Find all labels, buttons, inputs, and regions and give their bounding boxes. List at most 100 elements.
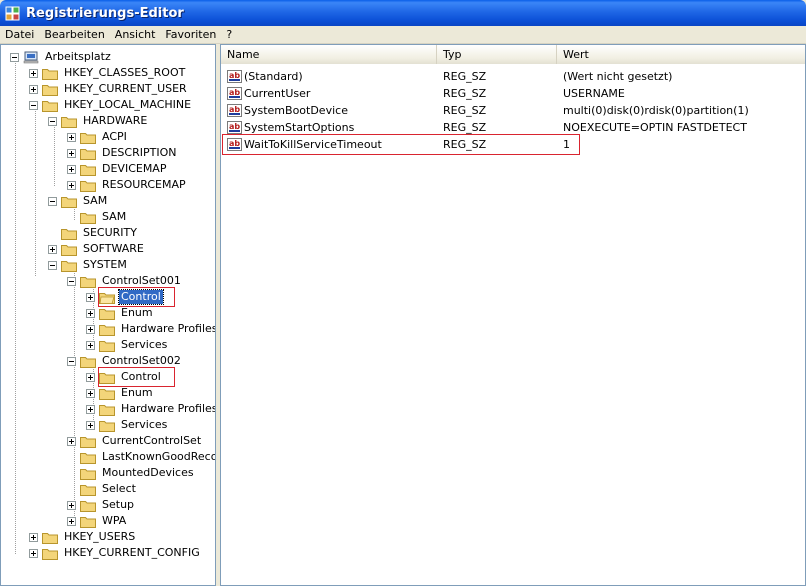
tree-label: DEVICEMAP bbox=[102, 162, 167, 175]
tree-node-setup[interactable]: Setup bbox=[67, 497, 136, 513]
tree-label: SOFTWARE bbox=[83, 242, 144, 255]
tree-label: HKEY_CURRENT_CONFIG bbox=[64, 546, 200, 559]
tree-node-lastknowngood[interactable]: LastKnownGoodRecove bbox=[67, 449, 215, 465]
tree-label: ControlSet002 bbox=[102, 354, 181, 367]
tree-node-hardware[interactable]: HARDWARE bbox=[48, 113, 149, 129]
tree-label: ControlSet001 bbox=[102, 274, 181, 287]
tree-node-sam-sub[interactable]: SAM bbox=[67, 209, 128, 225]
tree-label: LastKnownGoodRecove bbox=[102, 450, 215, 463]
collapse-toggle[interactable] bbox=[67, 356, 76, 366]
collapse-toggle[interactable] bbox=[67, 276, 76, 286]
tree-label: SYSTEM bbox=[83, 258, 127, 271]
expand-toggle[interactable] bbox=[67, 148, 76, 158]
tree-node-devicemap[interactable]: DEVICEMAP bbox=[67, 161, 168, 177]
tree-node-hkcr[interactable]: HKEY_CLASSES_ROOT bbox=[29, 65, 187, 81]
tree-node-system[interactable]: SYSTEM bbox=[48, 257, 129, 273]
expand-toggle[interactable] bbox=[86, 340, 95, 350]
expand-toggle[interactable] bbox=[67, 500, 76, 510]
tree-label: Enum bbox=[121, 306, 153, 319]
tree-node-wpa[interactable]: WPA bbox=[67, 513, 128, 529]
column-header-type[interactable]: Typ bbox=[437, 45, 557, 64]
tree-node-sam[interactable]: SAM bbox=[48, 193, 109, 209]
tree-label: WPA bbox=[102, 514, 127, 527]
collapse-toggle[interactable] bbox=[29, 100, 38, 110]
tree-node-description[interactable]: DESCRIPTION bbox=[67, 145, 178, 161]
collapse-toggle[interactable] bbox=[48, 260, 57, 270]
value-row[interactable]: ab CurrentUser REG_SZ USERNAME bbox=[221, 85, 805, 102]
tree-node-cs002-hwprofiles[interactable]: Hardware Profiles bbox=[86, 401, 216, 417]
window-title: Registrierungs-Editor bbox=[26, 5, 184, 21]
value-row[interactable]: ab (Standard) REG_SZ (Wert nicht gesetzt… bbox=[221, 68, 805, 85]
tree-node-arbeitsplatz[interactable]: Arbeitsplatz bbox=[10, 49, 113, 65]
column-header-value[interactable]: Wert bbox=[557, 45, 805, 64]
menu-help[interactable]: ? bbox=[221, 26, 237, 44]
value-row[interactable]: ab SystemBootDevice REG_SZ multi(0)disk(… bbox=[221, 102, 805, 119]
menu-file[interactable]: Datei bbox=[0, 26, 39, 44]
tree-node-resourcemap[interactable]: RESOURCEMAP bbox=[67, 177, 188, 193]
tree-node-hkcc[interactable]: HKEY_CURRENT_CONFIG bbox=[29, 545, 202, 561]
tree-node-hku[interactable]: HKEY_USERS bbox=[29, 529, 137, 545]
expand-toggle[interactable] bbox=[86, 324, 95, 334]
collapse-toggle[interactable] bbox=[48, 196, 57, 206]
menu-view[interactable]: Ansicht bbox=[110, 26, 161, 44]
expand-toggle[interactable] bbox=[29, 68, 38, 78]
collapse-toggle[interactable] bbox=[48, 116, 57, 126]
folder-icon bbox=[80, 484, 96, 496]
tree-node-cs001-services[interactable]: Services bbox=[86, 337, 169, 353]
value-data: (Wert nicht gesetzt) bbox=[563, 70, 673, 83]
expand-toggle[interactable] bbox=[29, 84, 38, 94]
expand-toggle[interactable] bbox=[86, 388, 95, 398]
tree-node-cs001-hwprofiles[interactable]: Hardware Profiles bbox=[86, 321, 215, 337]
tree-node-software[interactable]: SOFTWARE bbox=[48, 241, 146, 257]
list-header: Name Typ Wert bbox=[221, 45, 805, 64]
tree-node-select[interactable]: Select bbox=[67, 481, 138, 497]
folder-icon bbox=[42, 84, 58, 96]
tree-node-security[interactable]: SECURITY bbox=[48, 225, 139, 241]
highlight-box bbox=[98, 367, 175, 387]
tree-node-acpi[interactable]: ACPI bbox=[67, 129, 129, 145]
folder-icon bbox=[80, 132, 96, 144]
tree-node-cs002-services[interactable]: Services bbox=[86, 417, 169, 433]
tree-node-hkcu[interactable]: HKEY_CURRENT_USER bbox=[29, 81, 189, 97]
expand-toggle[interactable] bbox=[86, 308, 95, 318]
value-data: multi(0)disk(0)rdisk(0)partition(1) bbox=[563, 104, 749, 117]
folder-icon bbox=[99, 308, 115, 320]
expand-toggle[interactable] bbox=[67, 436, 76, 446]
values-list[interactable]: Name Typ Wert ab (Standard) REG_SZ (Wert… bbox=[220, 44, 806, 586]
expand-toggle[interactable] bbox=[29, 532, 38, 542]
expand-toggle[interactable] bbox=[67, 164, 76, 174]
expand-toggle[interactable] bbox=[86, 420, 95, 430]
tree-node-cs001-enum[interactable]: Enum bbox=[86, 305, 155, 321]
folder-icon bbox=[42, 68, 58, 80]
tree-label: Services bbox=[121, 418, 168, 431]
expand-toggle[interactable] bbox=[67, 180, 76, 190]
tree-node-currentcontrolset[interactable]: CurrentControlSet bbox=[67, 433, 203, 449]
value-data: NOEXECUTE=OPTIN FASTDETECT bbox=[563, 121, 747, 134]
expand-toggle[interactable] bbox=[29, 548, 38, 558]
tree-node-mounteddevices[interactable]: MountedDevices bbox=[67, 465, 196, 481]
column-header-name[interactable]: Name bbox=[221, 45, 437, 64]
folder-icon bbox=[61, 244, 77, 256]
menu-edit[interactable]: Bearbeiten bbox=[39, 26, 109, 44]
expand-toggle[interactable] bbox=[48, 244, 57, 254]
expand-toggle[interactable] bbox=[86, 292, 95, 302]
folder-icon bbox=[99, 388, 115, 400]
expand-toggle[interactable] bbox=[67, 132, 76, 142]
tree-node-cs002-enum[interactable]: Enum bbox=[86, 385, 155, 401]
title-bar[interactable]: Registrierungs-Editor bbox=[0, 0, 806, 26]
registry-tree[interactable]: Arbeitsplatz HKEY_CLASSES_ROOT HKEY_CURR… bbox=[0, 44, 216, 586]
tree-label: Hardware Profiles bbox=[121, 402, 216, 415]
string-value-icon: ab bbox=[227, 70, 242, 83]
menu-bar: Datei Bearbeiten Ansicht Favoriten ? bbox=[0, 26, 806, 44]
expand-toggle[interactable] bbox=[86, 404, 95, 414]
expand-toggle[interactable] bbox=[67, 516, 76, 526]
tree-node-hklm[interactable]: HKEY_LOCAL_MACHINE bbox=[29, 97, 193, 113]
collapse-toggle[interactable] bbox=[10, 52, 19, 62]
expand-toggle[interactable] bbox=[86, 372, 95, 382]
folder-icon bbox=[99, 324, 115, 336]
tree-label: HKEY_CLASSES_ROOT bbox=[64, 66, 186, 79]
menu-favorites[interactable]: Favoriten bbox=[160, 26, 221, 44]
